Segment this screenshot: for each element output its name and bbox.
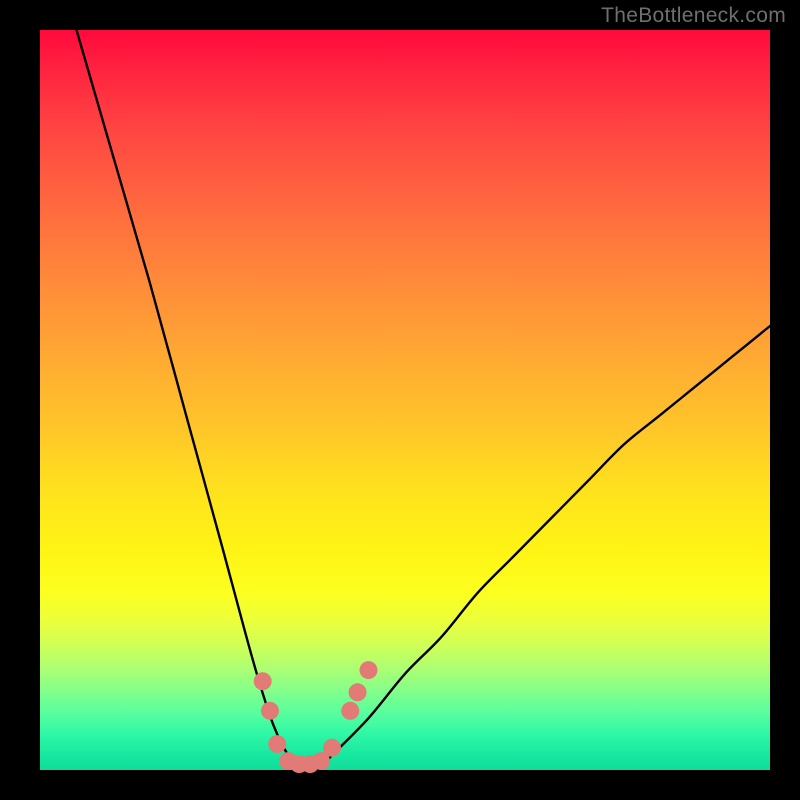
marker-dots <box>254 661 378 773</box>
plot-area <box>40 30 770 770</box>
watermark-text: TheBottleneck.com <box>601 4 786 28</box>
bottleneck-curve <box>77 30 771 772</box>
curve-layer <box>40 30 770 770</box>
marker-dot <box>254 672 272 690</box>
marker-dot <box>341 702 359 720</box>
marker-dot <box>268 735 286 753</box>
marker-dot <box>360 661 378 679</box>
marker-dot <box>323 739 341 757</box>
marker-dot <box>349 683 367 701</box>
marker-dot <box>261 702 279 720</box>
chart-frame: TheBottleneck.com <box>0 0 800 800</box>
